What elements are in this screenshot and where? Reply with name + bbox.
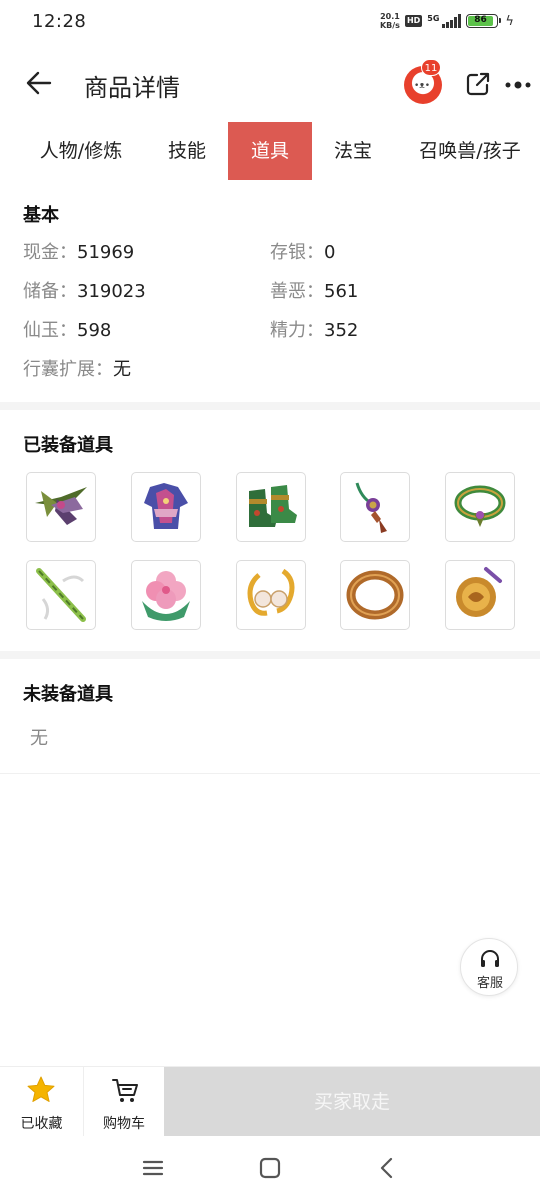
bamboo-staff-icon (36, 568, 86, 622)
favorite-label: 已收藏 (20, 1116, 63, 1132)
equipped-item-2[interactable] (131, 472, 201, 542)
equipped-item-3[interactable] (236, 472, 306, 542)
battery-icon: 86 (466, 14, 502, 28)
reserve-value: 319023 (77, 281, 146, 302)
share-icon[interactable] (464, 70, 492, 98)
section-divider (0, 773, 540, 774)
favorite-button[interactable]: 已收藏 (0, 1067, 84, 1137)
feathered-headwear-icon (35, 487, 87, 525)
karma-row: 善恶：561 (270, 281, 359, 302)
back-chevron-icon[interactable] (373, 1154, 401, 1182)
savings-value: 0 (324, 242, 336, 263)
equipped-section-title: 已装备道具 (23, 435, 113, 456)
jade-row: 仙玉：598 (23, 320, 112, 341)
equipped-item-7[interactable] (131, 560, 201, 630)
equipped-item-9[interactable] (340, 560, 410, 630)
cash-value: 51969 (77, 242, 135, 263)
equipped-item-1[interactable] (26, 472, 96, 542)
tab-skills[interactable]: 技能 (152, 122, 222, 180)
unequipped-section-title: 未装备道具 (23, 684, 113, 705)
tab-character[interactable]: 人物/修炼 (20, 122, 142, 180)
bag-expansion-value: 无 (113, 359, 131, 380)
tab-treasures[interactable]: 法宝 (320, 122, 386, 180)
armor-robe-icon (144, 483, 188, 529)
golden-medallion-icon (456, 567, 502, 617)
bag-expansion-row: 行囊扩展：无 (23, 359, 131, 380)
cash-row: 现金：51969 (23, 242, 135, 263)
menu-icon[interactable] (139, 1154, 167, 1182)
unequipped-empty-text: 无 (30, 728, 48, 749)
energy-row: 精力：352 (270, 320, 359, 341)
customer-service-label: 客服 (476, 976, 503, 991)
boots-icon (249, 485, 297, 527)
cart-label: 购物车 (103, 1116, 145, 1132)
notification-badge: 11 (421, 59, 441, 76)
tab-pets[interactable]: 召唤兽/孩子 (402, 122, 538, 180)
jade-value: 598 (77, 320, 112, 341)
customer-service-button[interactable]: 客服 (460, 938, 518, 996)
buyer-pickup-button[interactable]: 买家取走 (164, 1067, 540, 1137)
cart-button[interactable]: 购物车 (84, 1067, 164, 1137)
more-dots-icon[interactable] (504, 80, 534, 90)
charging-icon: ϟ (505, 13, 514, 29)
signal-icon: 5G (427, 14, 462, 28)
star-icon (27, 1076, 55, 1102)
equipped-item-5[interactable] (445, 472, 515, 542)
status-indicators: 20.1 KB/s HD 5G 86 ϟ (380, 12, 514, 30)
tab-items[interactable]: 道具 (228, 122, 312, 180)
status-time: 12:28 (32, 11, 87, 32)
home-square-icon[interactable] (256, 1154, 284, 1182)
karma-value: 561 (324, 281, 359, 302)
pearl-earrings-icon (247, 568, 295, 616)
reserve-row: 储备：319023 (23, 281, 146, 302)
hd-icon: HD (404, 15, 423, 27)
headset-icon (481, 950, 499, 967)
bottom-action-bar: 已收藏 购物车 买家取走 (0, 1066, 540, 1137)
equipped-item-8[interactable] (236, 560, 306, 630)
equipped-item-10[interactable] (445, 560, 515, 630)
basic-section-title: 基本 (23, 205, 59, 226)
flower-jade-icon (142, 571, 190, 621)
equipped-item-6[interactable] (26, 560, 96, 630)
shopping-cart-icon (112, 1079, 138, 1102)
back-arrow-icon[interactable] (22, 66, 56, 100)
energy-value: 352 (324, 320, 359, 341)
jade-bracelet-icon (454, 485, 506, 527)
network-speed: 20.1 KB/s (379, 12, 400, 30)
system-navigation-bar (0, 1136, 540, 1200)
cat-face-icon: •ᴥ• (414, 81, 431, 91)
pendant-necklace-icon (355, 482, 387, 533)
page-title: 商品详情 (84, 74, 180, 102)
section-divider (0, 651, 540, 659)
header: 商品详情 •ᴥ• 11 (0, 44, 540, 122)
savings-row: 存银：0 (270, 242, 336, 263)
bronze-ring-icon (346, 570, 404, 620)
status-bar: 12:28 20.1 KB/s HD 5G 86 ϟ (0, 0, 540, 44)
equipped-item-4[interactable] (340, 472, 410, 542)
tab-bar: 人物/修炼 技能 道具 法宝 召唤兽/孩子 (0, 122, 540, 180)
section-divider (0, 402, 540, 410)
